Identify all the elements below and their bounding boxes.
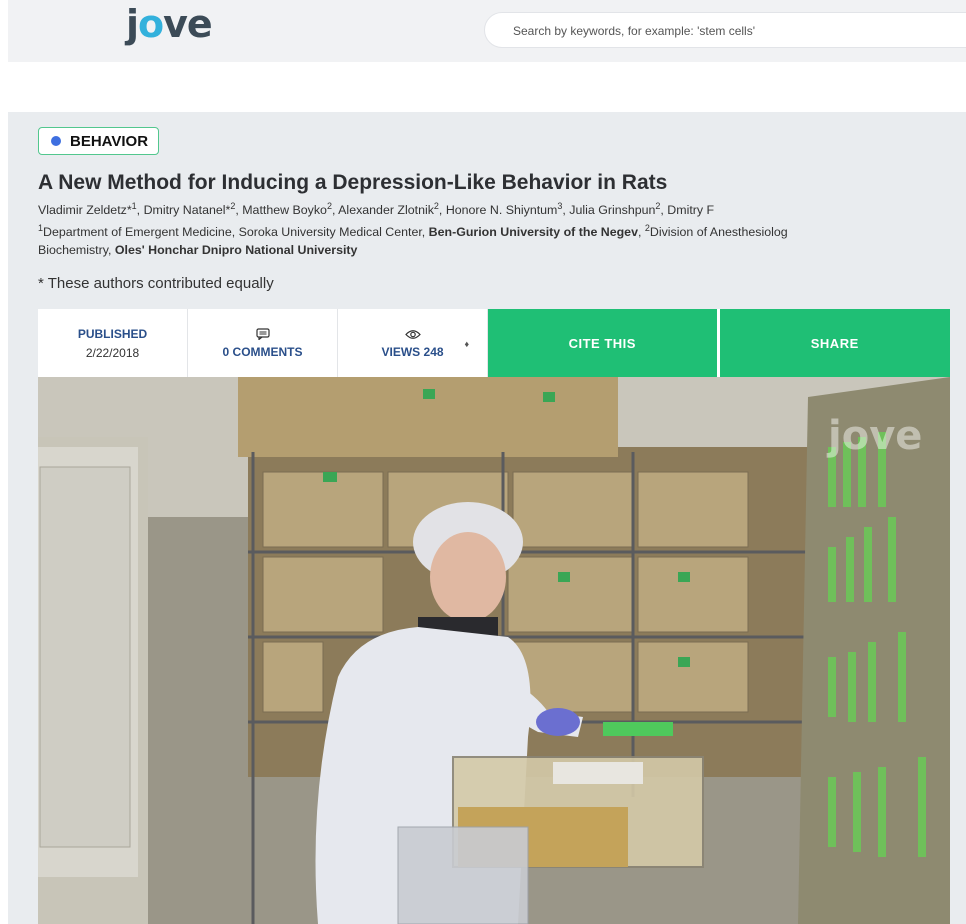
author-list: Vladimir Zeldetz*1, Dmitry Natanel*2, Ma…: [38, 201, 714, 217]
category-dot-icon: [51, 136, 61, 146]
author-name[interactable]: Alexander Zlotnik: [338, 203, 434, 217]
logo-letters-ve: ve: [163, 2, 213, 46]
comments-button[interactable]: 0 COMMENTS: [188, 309, 339, 377]
logo-letter-j: j: [126, 2, 139, 46]
cite-this-button[interactable]: CITE THIS: [488, 309, 720, 377]
author-name[interactable]: Dmitry Natanel*: [144, 203, 231, 217]
affiliation-dept: Department of Emergent Medicine, Soroka …: [43, 225, 429, 239]
search-input[interactable]: Search by keywords, for example: 'stem c…: [484, 12, 966, 48]
author-name[interactable]: Dmitry F: [667, 203, 714, 217]
article-title: A New Method for Inducing a Depression-L…: [38, 171, 668, 194]
author-name[interactable]: Vladimir Zeldetz*: [38, 203, 132, 217]
comments-icon: [255, 327, 270, 342]
logo-letter-o: o: [138, 2, 164, 46]
jove-logo[interactable]: jove: [126, 2, 213, 46]
affiliation-university[interactable]: Ben-Gurion University of the Negev: [429, 225, 638, 239]
video-player[interactable]: jove: [38, 377, 950, 924]
category-label: BEHAVIOR: [70, 132, 149, 150]
affiliation-dept: Division of Anesthesiolog: [649, 225, 788, 239]
views-stat[interactable]: VIEWS 248 ♦: [338, 309, 489, 377]
article-panel: BEHAVIOR A New Method for Inducing a Dep…: [8, 112, 966, 924]
author-separator: ,: [136, 203, 144, 217]
published-date: 2/22/2018: [85, 345, 140, 360]
affiliation-university[interactable]: Oles' Honchar Dnipro National University: [115, 243, 358, 257]
category-badge[interactable]: BEHAVIOR: [38, 127, 160, 155]
author-name[interactable]: Matthew Boyko: [242, 203, 327, 217]
author-name[interactable]: Julia Grinshpun: [569, 203, 655, 217]
video-frame: jove: [38, 377, 950, 924]
views-toggle-icon[interactable]: ♦: [464, 339, 469, 349]
author-name[interactable]: Honore N. Shiyntum: [446, 203, 558, 217]
affiliation-separator: ,: [637, 225, 645, 239]
article-stats-bar: PUBLISHED 2/22/2018 0 COMMENTS VIEWS 248…: [38, 309, 950, 377]
site-header: jove Search by keywords, for example: 's…: [8, 0, 966, 62]
search-placeholder: Search by keywords, for example: 'stem c…: [513, 24, 756, 38]
published-label: PUBLISHED: [77, 326, 148, 341]
video-watermark: jove: [826, 413, 922, 459]
affiliation-dept: Biochemistry,: [38, 243, 115, 257]
author-separator: ,: [438, 203, 446, 217]
share-button[interactable]: SHARE: [719, 309, 950, 377]
affiliation-list: 1Department of Emergent Medicine, Soroka…: [38, 223, 788, 259]
published-stat: PUBLISHED 2/22/2018: [38, 309, 189, 377]
views-label: VIEWS 248: [381, 344, 444, 359]
comments-label: 0 COMMENTS: [222, 344, 303, 359]
equal-contribution-note: * These authors contributed equally: [38, 275, 274, 292]
eye-icon: [404, 328, 421, 342]
